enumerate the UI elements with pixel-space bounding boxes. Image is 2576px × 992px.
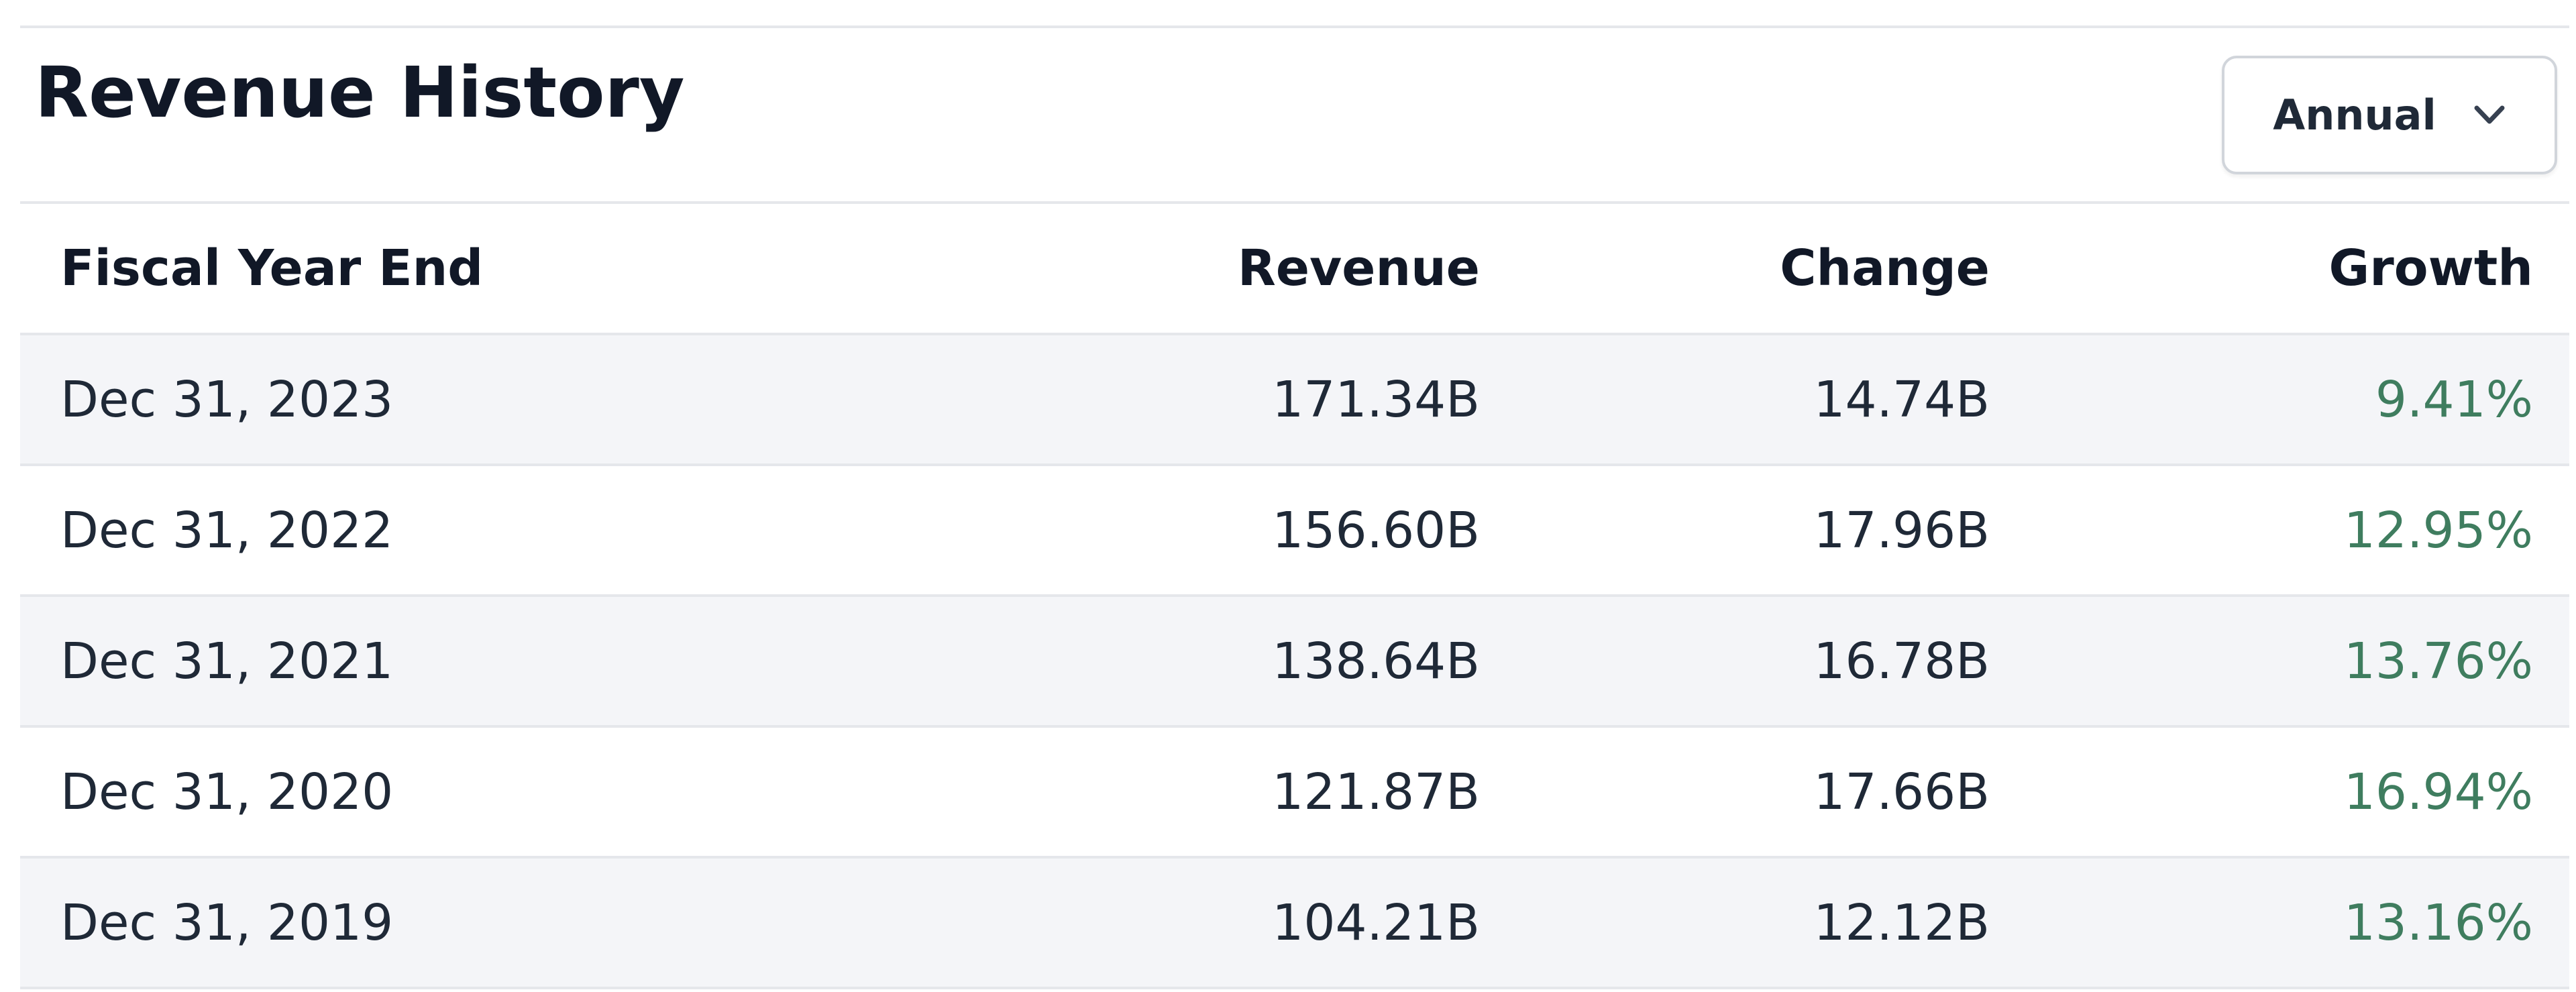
table-row: Dec 31, 2019 104.21B 12.12B 13.16% (20, 857, 2569, 988)
cell-revenue: 121.87B (1272, 763, 1480, 821)
cell-revenue: 156.60B (1272, 501, 1480, 559)
period-select[interactable]: Annual (2222, 56, 2557, 174)
cell-change: 17.96B (1813, 501, 1990, 559)
cell-date: Dec 31, 2019 (60, 893, 394, 952)
table-row: Dec 31, 2023 171.34B 14.74B 9.41% (20, 334, 2569, 465)
header-revenue: Revenue (1237, 239, 1480, 297)
cell-date: Dec 31, 2022 (60, 501, 394, 559)
cell-date: Dec 31, 2020 (60, 763, 394, 821)
cell-change: 14.74B (1813, 370, 1990, 429)
period-select-value: Annual (2273, 91, 2436, 140)
cell-growth: 16.94% (2343, 763, 2533, 821)
page-title: Revenue History (35, 52, 685, 133)
cell-growth: 9.41% (2375, 370, 2533, 429)
header-growth: Growth (2328, 239, 2534, 297)
section-header: Revenue History Annual (20, 28, 2569, 203)
table-row: Dec 31, 2020 121.87B 17.66B 16.94% (20, 726, 2569, 857)
table-row: Dec 31, 2022 156.60B 17.96B 12.95% (20, 465, 2569, 596)
cell-revenue: 171.34B (1272, 370, 1480, 429)
revenue-table-container: Fiscal Year End Revenue Change Growth De… (20, 201, 2569, 989)
cell-date: Dec 31, 2023 (60, 370, 394, 429)
cell-growth: 12.95% (2343, 501, 2533, 559)
revenue-history-panel: Revenue History Annual Fiscal Year End R… (0, 0, 2576, 992)
cell-revenue: 138.64B (1272, 632, 1480, 690)
revenue-table: Fiscal Year End Revenue Change Growth De… (20, 201, 2569, 989)
cell-date: Dec 31, 2021 (60, 632, 394, 690)
cell-change: 12.12B (1813, 893, 1990, 952)
cell-change: 16.78B (1813, 632, 1990, 690)
cell-growth: 13.16% (2343, 893, 2533, 952)
cell-change: 17.66B (1813, 763, 1990, 821)
table-row: Dec 31, 2021 138.64B 16.78B 13.76% (20, 596, 2569, 726)
table-header-row: Fiscal Year End Revenue Change Growth (20, 203, 2569, 334)
header-change: Change (1780, 239, 1990, 297)
cell-growth: 13.76% (2343, 632, 2533, 690)
cell-revenue: 104.21B (1272, 893, 1480, 952)
chevron-down-icon (2474, 105, 2505, 123)
header-fiscal-year-end: Fiscal Year End (60, 239, 484, 297)
